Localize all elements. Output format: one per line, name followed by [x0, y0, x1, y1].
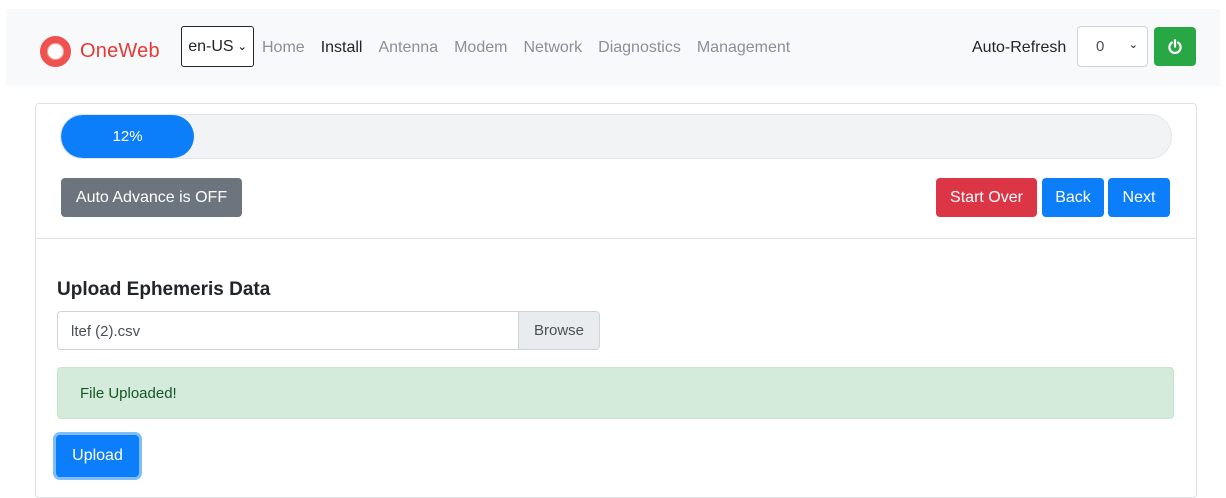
upload-button[interactable]: Upload	[56, 435, 139, 477]
language-select[interactable]: en-US ⌄	[181, 26, 254, 67]
auto-refresh-value: 0	[1096, 38, 1105, 55]
progress-bar: 12%	[61, 115, 195, 158]
chevron-down-icon: ⌄	[1128, 39, 1138, 51]
nav-antenna[interactable]: Antenna	[378, 37, 438, 59]
auto-refresh-select[interactable]: 0 ⌄	[1077, 26, 1148, 67]
card-divider	[36, 238, 1196, 239]
power-icon	[1168, 38, 1182, 54]
top-navbar: OneWeb en-US ⌄ Home Install Antenna Mode…	[6, 9, 1220, 86]
install-progress: 12%	[60, 114, 1172, 159]
start-over-button[interactable]: Start Over	[936, 178, 1037, 217]
next-button[interactable]: Next	[1108, 178, 1170, 217]
power-button[interactable]	[1154, 27, 1196, 66]
ephemeris-file-input[interactable]: ltef (2).csv Browse	[57, 311, 600, 350]
brand-name: OneWeb	[80, 40, 160, 62]
back-button[interactable]: Back	[1042, 178, 1104, 217]
section-title: Upload Ephemeris Data	[57, 279, 271, 300]
nav-modem[interactable]: Modem	[454, 37, 507, 59]
nav-diagnostics[interactable]: Diagnostics	[598, 37, 681, 59]
main-nav: Home Install Antenna Modem Network Diagn…	[262, 37, 806, 59]
nav-install[interactable]: Install	[321, 37, 363, 59]
nav-management[interactable]: Management	[697, 37, 790, 59]
alert-message: File Uploaded!	[80, 385, 177, 402]
browse-button[interactable]: Browse	[518, 312, 599, 349]
nav-home[interactable]: Home	[262, 37, 305, 59]
brand-link[interactable]: OneWeb	[40, 36, 160, 67]
upload-success-alert: File Uploaded!	[57, 367, 1174, 419]
auto-advance-button[interactable]: Auto Advance is OFF	[61, 178, 242, 217]
nav-network[interactable]: Network	[523, 37, 582, 59]
chevron-down-icon: ⌄	[237, 41, 247, 53]
language-value: en-US	[188, 37, 234, 55]
file-name: ltef (2).csv	[71, 323, 141, 340]
install-wizard-card: 12% Auto Advance is OFF Start Over Back …	[35, 103, 1197, 498]
auto-refresh-label: Auto-Refresh	[972, 39, 1067, 56]
progress-label: 12%	[112, 128, 143, 145]
oneweb-logo-icon	[40, 36, 71, 67]
